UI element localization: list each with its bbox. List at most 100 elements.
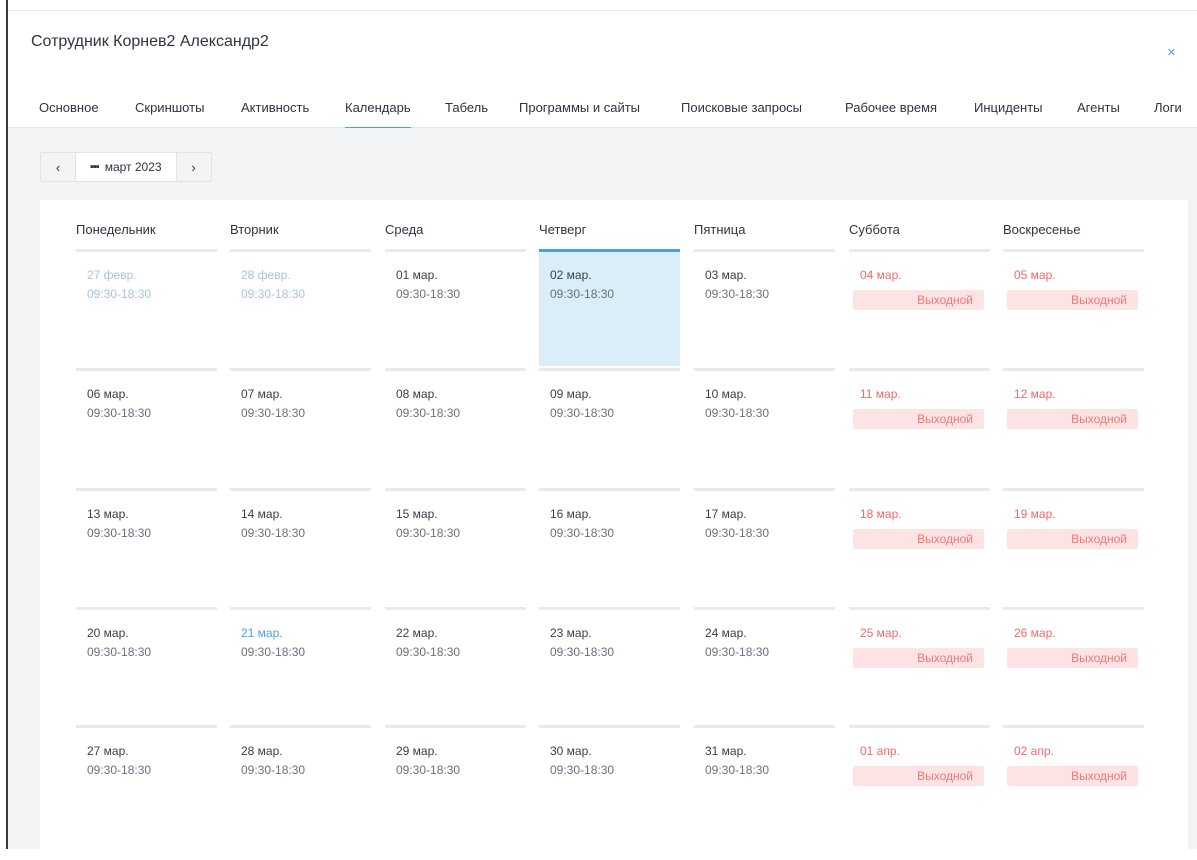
day-date: 06 мар. xyxy=(87,387,129,401)
calendar-day-cell[interactable]: 08 мар. 09:30-18:30 xyxy=(385,368,526,485)
work-hours: 09:30-18:30 xyxy=(705,645,770,659)
calendar-day-cell[interactable]: 02 апр. Выходной xyxy=(1003,725,1144,842)
month-label: март 2023 xyxy=(104,160,162,174)
work-hours: 09:30-18:30 xyxy=(705,526,770,540)
day-date: 21 мар. xyxy=(241,626,283,640)
calendar-day-cell[interactable]: 17 мар. 09:30-18:30 xyxy=(694,488,835,605)
tab-bar: Основное Скриншоты Активность Календарь … xyxy=(8,75,1197,129)
day-off-badge: Выходной xyxy=(1007,529,1138,549)
day-date: 28 февр. xyxy=(241,268,291,282)
day-date: 24 мар. xyxy=(705,626,747,640)
tab-working-time[interactable]: Рабочее время xyxy=(845,100,937,115)
calendar-day-cell[interactable]: 19 мар. Выходной xyxy=(1003,488,1144,605)
work-hours: 09:30-18:30 xyxy=(396,763,461,777)
day-off-badge: Выходной xyxy=(853,766,984,786)
day-date: 25 мар. xyxy=(860,626,902,640)
work-hours: 09:30-18:30 xyxy=(550,645,615,659)
tab-calendar[interactable]: Календарь xyxy=(345,100,411,129)
calendar-day-cell[interactable]: 23 мар. 09:30-18:30 xyxy=(539,607,680,724)
tab-main[interactable]: Основное xyxy=(39,100,99,115)
month-navigator: ‹ ▪▪▪ март 2023 › xyxy=(40,152,212,182)
weekday-header: Вторник xyxy=(230,222,279,237)
close-icon[interactable]: × xyxy=(1167,44,1176,61)
tab-agents[interactable]: Агенты xyxy=(1077,100,1120,115)
prev-month-button[interactable]: ‹ xyxy=(41,153,75,181)
calendar-day-cell[interactable]: 22 мар. 09:30-18:30 xyxy=(385,607,526,724)
calendar-day-cell[interactable]: 21 мар. 09:30-18:30 xyxy=(230,607,371,724)
day-date: 28 мар. xyxy=(241,744,283,758)
calendar-day-cell[interactable]: 25 мар. Выходной xyxy=(849,607,990,724)
calendar-day-cell[interactable]: 01 апр. Выходной xyxy=(849,725,990,842)
tab-incidents[interactable]: Инциденты xyxy=(974,100,1043,115)
month-picker-button[interactable]: ▪▪▪ март 2023 xyxy=(75,153,177,181)
calendar-day-cell[interactable]: 15 мар. 09:30-18:30 xyxy=(385,488,526,605)
day-date: 02 мар. xyxy=(550,268,592,282)
calendar-day-cell[interactable]: 07 мар. 09:30-18:30 xyxy=(230,368,371,485)
tab-timesheet[interactable]: Табель xyxy=(445,100,488,115)
calendar-day-cell[interactable]: 14 мар. 09:30-18:30 xyxy=(230,488,371,605)
day-off-badge: Выходной xyxy=(1007,290,1138,310)
work-hours: 09:30-18:30 xyxy=(705,763,770,777)
calendar-day-cell[interactable]: 03 мар. 09:30-18:30 xyxy=(694,249,835,366)
calendar-day-cell[interactable]: 24 мар. 09:30-18:30 xyxy=(694,607,835,724)
day-date: 09 мар. xyxy=(550,387,592,401)
calendar-day-cell[interactable]: 20 мар. 09:30-18:30 xyxy=(76,607,217,724)
calendar-day-cell[interactable]: 16 мар. 09:30-18:30 xyxy=(539,488,680,605)
work-hours: 09:30-18:30 xyxy=(87,406,152,420)
calendar-day-cell[interactable]: 10 мар. 09:30-18:30 xyxy=(694,368,835,485)
tab-screenshots[interactable]: Скриншоты xyxy=(135,100,204,115)
calendar-day-cell[interactable]: 28 февр. 09:30-18:30 xyxy=(230,249,371,366)
tab-logs[interactable]: Логи xyxy=(1154,100,1182,115)
day-off-badge: Выходной xyxy=(853,290,984,310)
work-hours: 09:30-18:30 xyxy=(550,763,615,777)
weekday-header: Четверг xyxy=(539,222,587,237)
calendar-day-cell[interactable]: 06 мар. 09:30-18:30 xyxy=(76,368,217,485)
calendar-day-cell[interactable]: 12 мар. Выходной xyxy=(1003,368,1144,485)
calendar-day-cell[interactable]: 26 мар. Выходной xyxy=(1003,607,1144,724)
page-title: Сотрудник Корнев2 Александр2 xyxy=(31,33,269,50)
day-date: 01 апр. xyxy=(860,744,900,758)
work-hours: 09:30-18:30 xyxy=(241,763,306,777)
work-hours: 09:30-18:30 xyxy=(87,287,152,301)
day-date: 23 мар. xyxy=(550,626,592,640)
day-off-badge: Выходной xyxy=(853,648,984,668)
tab-activity[interactable]: Активность xyxy=(241,100,309,115)
calendar-day-cell[interactable]: 05 мар. Выходной xyxy=(1003,249,1144,366)
tab-search-queries[interactable]: Поисковые запросы xyxy=(681,100,802,115)
calendar-day-cell[interactable]: 18 мар. Выходной xyxy=(849,488,990,605)
calendar-day-cell[interactable]: 29 мар. 09:30-18:30 xyxy=(385,725,526,842)
work-hours: 09:30-18:30 xyxy=(550,526,615,540)
calendar-panel: ‹ ▪▪▪ март 2023 › Понедельник Вторник Сред… xyxy=(8,128,1197,860)
day-off-badge: Выходной xyxy=(853,529,984,549)
tab-programs-sites[interactable]: Программы и сайты xyxy=(519,100,640,115)
work-hours: 09:30-18:30 xyxy=(241,645,306,659)
calendar-day-cell[interactable]: 30 мар. 09:30-18:30 xyxy=(539,725,680,842)
work-hours: 09:30-18:30 xyxy=(396,287,461,301)
day-date: 16 мар. xyxy=(550,507,592,521)
next-month-button[interactable]: › xyxy=(177,153,211,181)
calendar-day-cell[interactable]: 04 мар. Выходной xyxy=(849,249,990,366)
day-date: 10 мар. xyxy=(705,387,747,401)
day-date: 31 мар. xyxy=(705,744,747,758)
calendar-day-cell[interactable]: 02 мар. 09:30-18:30 xyxy=(539,249,680,366)
calendar-day-cell[interactable]: 09 мар. 09:30-18:30 xyxy=(539,368,680,485)
work-hours: 09:30-18:30 xyxy=(241,287,306,301)
day-off-badge: Выходной xyxy=(853,409,984,429)
day-date: 12 мар. xyxy=(1014,387,1056,401)
day-date: 29 мар. xyxy=(396,744,438,758)
calendar-day-cell[interactable]: 01 мар. 09:30-18:30 xyxy=(385,249,526,366)
work-hours: 09:30-18:30 xyxy=(396,526,461,540)
day-date: 15 мар. xyxy=(396,507,438,521)
day-date: 17 мар. xyxy=(705,507,747,521)
calendar-day-cell[interactable]: 31 мар. 09:30-18:30 xyxy=(694,725,835,842)
work-hours: 09:30-18:30 xyxy=(396,406,461,420)
work-hours: 09:30-18:30 xyxy=(87,526,152,540)
calendar-day-cell[interactable]: 27 февр. 09:30-18:30 xyxy=(76,249,217,366)
work-hours: 09:30-18:30 xyxy=(550,287,615,301)
calendar-day-cell[interactable]: 13 мар. 09:30-18:30 xyxy=(76,488,217,605)
weekday-header: Воскресенье xyxy=(1003,222,1081,237)
calendar-day-cell[interactable]: 28 мар. 09:30-18:30 xyxy=(230,725,371,842)
calendar-day-cell[interactable]: 27 мар. 09:30-18:30 xyxy=(76,725,217,842)
calendar-day-cell[interactable]: 11 мар. Выходной xyxy=(849,368,990,485)
work-hours: 09:30-18:30 xyxy=(705,287,770,301)
